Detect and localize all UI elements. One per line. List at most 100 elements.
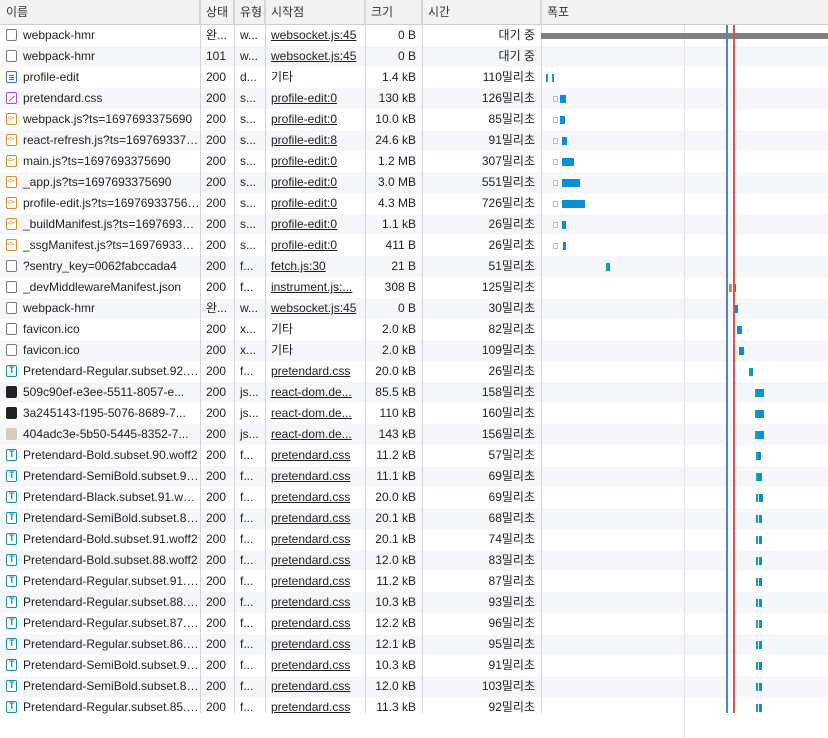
request-name[interactable]: Pretendard-Bold.subset.91.woff2 bbox=[0, 529, 200, 550]
request-name[interactable]: 3a245143-f195-5076-8689-7... bbox=[0, 403, 200, 424]
request-name[interactable]: webpack-hmr bbox=[0, 46, 200, 67]
request-name[interactable]: _buildManifest.js?ts=1697693375690 bbox=[0, 214, 200, 235]
request-name[interactable]: Pretendard-Black.subset.91.woff2 bbox=[0, 487, 200, 508]
request-initiator[interactable]: profile-edit:0 bbox=[265, 235, 365, 256]
request-name[interactable]: ?sentry_key=0062fabccada4 bbox=[0, 256, 200, 277]
column-waterfall-header[interactable]: 폭포 bbox=[541, 0, 828, 25]
request-initiator[interactable]: profile-edit:0 bbox=[265, 193, 365, 214]
request-size: 411 B bbox=[385, 238, 416, 252]
request-initiator[interactable]: pretendard.css bbox=[265, 634, 365, 655]
request-time: 69밀리초 bbox=[488, 490, 535, 504]
request-initiator[interactable]: pretendard.css bbox=[265, 697, 365, 718]
request-initiator[interactable]: profile-edit:8 bbox=[265, 130, 365, 151]
waterfall-bar bbox=[541, 32, 828, 39]
request-initiator[interactable]: pretendard.css bbox=[265, 613, 365, 634]
column-type-header[interactable]: 유형 bbox=[234, 0, 265, 25]
request-type: s... bbox=[240, 133, 257, 147]
request-type: f... bbox=[240, 511, 254, 525]
request-time: 158밀리초 bbox=[481, 385, 535, 399]
request-initiator[interactable]: pretendard.css bbox=[265, 676, 365, 697]
request-initiator[interactable]: instrument.js:... bbox=[265, 277, 365, 298]
request-initiator[interactable]: react-dom.de... bbox=[265, 403, 365, 424]
request-time: 110밀리초 bbox=[482, 70, 535, 84]
request-time: 92밀리초 bbox=[488, 700, 535, 714]
request-initiator[interactable]: profile-edit:0 bbox=[265, 172, 365, 193]
request-type: f... bbox=[240, 490, 254, 504]
request-name[interactable]: webpack.js?ts=1697693375690 bbox=[0, 109, 200, 130]
column-status-header[interactable]: 상태 bbox=[200, 0, 234, 25]
request-initiator[interactable]: profile-edit:0 bbox=[265, 151, 365, 172]
request-name[interactable]: _devMiddlewareManifest.json bbox=[0, 277, 200, 298]
request-name[interactable]: react-refresh.js?ts=1697693375690 bbox=[0, 130, 200, 151]
request-name[interactable]: Pretendard-Regular.subset.88.woff2 bbox=[0, 592, 200, 613]
request-initiator[interactable]: pretendard.css bbox=[265, 529, 365, 550]
request-name[interactable]: _app.js?ts=1697693375690 bbox=[0, 172, 200, 193]
request-initiator[interactable]: pretendard.css bbox=[265, 508, 365, 529]
request-initiator[interactable]: pretendard.css bbox=[265, 445, 365, 466]
request-initiator[interactable]: profile-edit:0 bbox=[265, 109, 365, 130]
request-initiator[interactable]: pretendard.css bbox=[265, 592, 365, 613]
column-name-header[interactable]: 이름 bbox=[0, 0, 200, 25]
request-initiator[interactable]: pretendard.css bbox=[265, 655, 365, 676]
request-initiator[interactable]: profile-edit:0 bbox=[265, 214, 365, 235]
request-time: 95밀리초 bbox=[488, 637, 535, 651]
request-type: x... bbox=[240, 322, 257, 336]
request-name[interactable]: Pretendard-SemiBold.subset.91.woff2 bbox=[0, 466, 200, 487]
request-type: f... bbox=[240, 259, 254, 273]
request-size: 21 B bbox=[391, 259, 416, 273]
waterfall-bar bbox=[759, 577, 762, 586]
request-name[interactable]: profile-edit.js?ts=1697693375690 bbox=[0, 193, 200, 214]
request-name[interactable]: Pretendard-SemiBold.subset.90.woff2 bbox=[0, 655, 200, 676]
request-name[interactable]: Pretendard-Regular.subset.86.woff2 bbox=[0, 634, 200, 655]
request-initiator[interactable]: websocket.js:45 bbox=[265, 25, 365, 46]
request-initiator[interactable]: react-dom.de... bbox=[265, 382, 365, 403]
request-initiator[interactable]: websocket.js:45 bbox=[265, 298, 365, 319]
request-name[interactable]: Pretendard-Bold.subset.88.woff2 bbox=[0, 550, 200, 571]
request-initiator[interactable]: pretendard.css bbox=[265, 487, 365, 508]
request-name[interactable]: favicon.ico bbox=[0, 340, 200, 361]
column-size-header[interactable]: 크기 bbox=[365, 0, 422, 25]
request-time: 307밀리초 bbox=[481, 154, 535, 168]
request-status: 200 bbox=[206, 343, 227, 357]
column-divider bbox=[365, 0, 366, 713]
waterfall-bar bbox=[562, 220, 566, 229]
request-initiator[interactable]: profile-edit:0 bbox=[265, 88, 365, 109]
waterfall-queue-segment bbox=[553, 222, 558, 228]
request-name[interactable]: Pretendard-Bold.subset.90.woff2 bbox=[0, 445, 200, 466]
request-initiator[interactable]: pretendard.css bbox=[265, 361, 365, 382]
request-name[interactable]: 509c90ef-e3ee-5511-8057-e... bbox=[0, 382, 200, 403]
request-name[interactable]: webpack-hmr bbox=[0, 25, 200, 46]
request-name[interactable]: Pretendard-SemiBold.subset.88.woff2 bbox=[0, 508, 200, 529]
request-status: 200 bbox=[206, 469, 227, 483]
request-size: 130 kB bbox=[378, 91, 416, 105]
request-type: s... bbox=[240, 238, 257, 252]
request-name[interactable]: Pretendard-Regular.subset.91.woff2 bbox=[0, 571, 200, 592]
column-initiator-header[interactable]: 시작점 bbox=[265, 0, 365, 25]
request-name[interactable]: _ssgManifest.js?ts=1697693375690 bbox=[0, 235, 200, 256]
request-initiator[interactable]: pretendard.css bbox=[265, 571, 365, 592]
request-initiator[interactable]: fetch.js:30 bbox=[265, 256, 365, 277]
request-name[interactable]: profile-edit bbox=[0, 67, 200, 88]
column-header: 이름 상태 유형 시작점 크기 시간 폭포 bbox=[0, 0, 828, 25]
request-name[interactable]: favicon.ico bbox=[0, 319, 200, 340]
request-name[interactable]: main.js?ts=1697693375690 bbox=[0, 151, 200, 172]
request-name[interactable]: Pretendard-Regular.subset.92.woff2 bbox=[0, 361, 200, 382]
request-status: 101 bbox=[206, 49, 227, 63]
request-name[interactable]: webpack-hmr bbox=[0, 298, 200, 319]
request-name[interactable]: Pretendard-Regular.subset.87.woff2 bbox=[0, 613, 200, 634]
request-name[interactable]: Pretendard-Regular.subset.85.woff2 bbox=[0, 697, 200, 718]
request-initiator[interactable]: react-dom.de... bbox=[265, 424, 365, 445]
request-initiator[interactable]: pretendard.css bbox=[265, 550, 365, 571]
request-size: 0 B bbox=[397, 28, 416, 42]
request-size: 12.0 kB bbox=[375, 679, 416, 693]
request-size: 11.1 kB bbox=[376, 469, 416, 483]
request-status: 200 bbox=[206, 595, 227, 609]
waterfall-bar bbox=[759, 535, 762, 544]
request-time: 대기 중 bbox=[498, 49, 535, 63]
request-name[interactable]: pretendard.css bbox=[0, 88, 200, 109]
column-time-header[interactable]: 시간 bbox=[422, 0, 541, 25]
request-initiator[interactable]: pretendard.css bbox=[265, 466, 365, 487]
request-name[interactable]: 404adc3e-5b50-5445-8352-7... bbox=[0, 424, 200, 445]
request-name[interactable]: Pretendard-SemiBold.subset.87.woff2 bbox=[0, 676, 200, 697]
request-initiator[interactable]: websocket.js:45 bbox=[265, 46, 365, 67]
